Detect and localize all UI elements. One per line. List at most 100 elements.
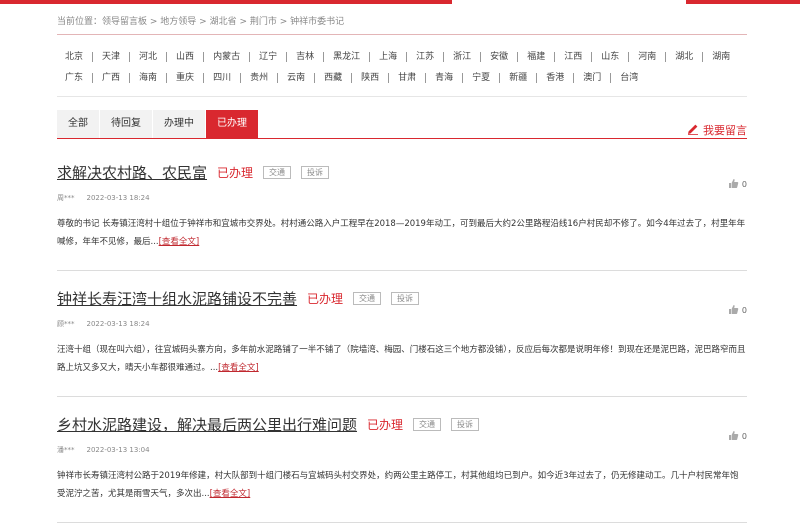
region-link[interactable]: 河北 (129, 51, 166, 62)
message-body: 汪湾十组（现在叫六组），往宜城码头寨方向，多年前水泥路铺了一半不铺了（院墙湾、梅… (57, 345, 746, 373)
message-excerpt: 尊敬的书记 长寿镇汪湾村十组位于钟祥市和宜城市交界处。村村通公路入户工程早在20… (57, 215, 747, 251)
message-divider (57, 270, 747, 271)
like-count: 0 (741, 306, 747, 315)
status-badge: 已办理 (307, 291, 344, 306)
region-link[interactable]: 湖北 (665, 51, 702, 62)
region-link[interactable]: 海南 (129, 72, 166, 83)
region-divider (57, 96, 747, 97)
message-date: 2022-03-13 13:04 (86, 446, 150, 454)
type-tag: 投诉 (301, 165, 330, 179)
region-row: 广东 广西 海南 重庆 四川 贵州 云南 西藏 陕西 甘肃 青海 宁夏 新疆 香港 澳门 台湾 (57, 67, 747, 88)
region-link[interactable]: 辽宁 (249, 51, 286, 62)
tab-all[interactable]: 全部 (57, 110, 100, 138)
leave-message-label: 我要留言 (703, 124, 747, 137)
top-accent-bar (0, 0, 800, 4)
category-tag: 交通 (263, 165, 292, 179)
message-author: 潘*** (57, 446, 75, 454)
region-link[interactable]: 山西 (166, 51, 203, 62)
breadcrumb-link[interactable]: 地方领导 (160, 17, 196, 27)
region-link[interactable]: 西藏 (314, 72, 351, 83)
region-selector: 北京 天津 河北 山西 内蒙古 辽宁 吉林 黑龙江 上海 江苏 浙江 安徽 福建 江西 山东 河南 湖北 湖南 广… (57, 46, 747, 88)
breadcrumb-link[interactable]: 领导留言板 (102, 17, 147, 27)
region-link[interactable]: 广东 (57, 73, 92, 83)
message-divider (57, 522, 747, 523)
message-date: 2022-03-13 18:24 (86, 320, 150, 328)
top-accent-segment (686, 0, 800, 4)
tab-pending-reply[interactable]: 待回复 (100, 110, 153, 138)
message-title[interactable]: 乡村水泥路建设，解决最后两公里出行难问题 (57, 414, 357, 435)
pencil-icon (687, 123, 699, 138)
region-link[interactable]: 四川 (203, 72, 240, 83)
breadcrumb-separator: > (147, 17, 161, 27)
breadcrumb-link[interactable]: 荆门市 (250, 17, 277, 27)
message-meta: 顾*** 2022-03-13 18:24 (57, 319, 747, 329)
view-full-link[interactable]: [查看全文] (159, 237, 200, 247)
region-link[interactable]: 福建 (517, 51, 554, 62)
leave-message-button[interactable]: 我要留言 (687, 122, 747, 138)
thumbs-up-icon (728, 304, 739, 317)
message-title-line: 乡村水泥路建设，解决最后两公里出行难问题 已办理 交通 投诉 (57, 414, 747, 434)
message-author: 周*** (57, 194, 75, 202)
message-title[interactable]: 求解决农村路、农民富 (57, 162, 207, 183)
message-title-line: 钟祥长寿汪湾十组水泥路铺设不完善 已办理 交通 投诉 (57, 288, 747, 308)
thumbs-up-icon (728, 430, 739, 443)
view-full-link[interactable]: [查看全文] (218, 363, 259, 373)
region-link[interactable]: 台湾 (610, 72, 647, 83)
region-link[interactable]: 湖南 (702, 51, 739, 62)
breadcrumb-current[interactable]: 钟祥市委书记 (290, 17, 344, 27)
region-link[interactable]: 内蒙古 (203, 51, 249, 62)
like-count: 0 (741, 432, 747, 441)
message-excerpt: 钟祥市长寿镇汪湾村公路于2019年修建，村大队部到十组门楼石与宜城码头村交界处，… (57, 467, 747, 503)
region-link[interactable]: 上海 (369, 51, 406, 62)
region-link[interactable]: 澳门 (573, 72, 610, 83)
region-link[interactable]: 宁夏 (462, 72, 499, 83)
message-title-line: 求解决农村路、农民富 已办理 交通 投诉 (57, 162, 747, 182)
region-link[interactable]: 黑龙江 (323, 51, 369, 62)
like-button[interactable]: 0 (728, 178, 747, 191)
region-link[interactable]: 贵州 (240, 72, 277, 83)
region-link[interactable]: 江苏 (406, 51, 443, 62)
breadcrumb-divider (57, 34, 747, 35)
region-link[interactable]: 吉林 (286, 51, 323, 62)
like-button[interactable]: 0 (728, 430, 747, 443)
breadcrumb-prefix: 当前位置： (57, 17, 103, 27)
region-link[interactable]: 青海 (425, 72, 462, 83)
tabs-underline (57, 138, 747, 139)
region-link[interactable]: 新疆 (499, 72, 536, 83)
region-link[interactable]: 广西 (92, 72, 129, 83)
tab-completed[interactable]: 已办理 (206, 110, 259, 138)
status-tabs: 全部 待回复 办理中 已办理 (57, 110, 259, 138)
region-link[interactable]: 浙江 (443, 51, 480, 62)
region-link[interactable]: 甘肃 (388, 72, 425, 83)
region-link[interactable]: 天津 (92, 51, 129, 62)
region-link[interactable]: 江西 (554, 51, 591, 62)
region-link[interactable]: 香港 (536, 72, 573, 83)
message-meta: 周*** 2022-03-13 18:24 (57, 193, 747, 203)
region-row: 北京 天津 河北 山西 内蒙古 辽宁 吉林 黑龙江 上海 江苏 浙江 安徽 福建 江西 山东 河南 湖北 湖南 (57, 46, 747, 67)
breadcrumb: 当前位置：领导留言板 > 地方领导 > 湖北省 > 荆门市 > 钟祥市委书记 (57, 14, 344, 27)
category-tag: 交通 (353, 291, 382, 305)
breadcrumb-link[interactable]: 湖北省 (210, 17, 237, 27)
region-link[interactable]: 云南 (277, 72, 314, 83)
message-date: 2022-03-13 18:24 (86, 194, 150, 202)
region-link[interactable]: 重庆 (166, 72, 203, 83)
region-link[interactable]: 山东 (591, 51, 628, 62)
type-tag: 投诉 (451, 417, 480, 431)
region-link[interactable]: 河南 (628, 51, 665, 62)
breadcrumb-separator: > (236, 17, 250, 27)
message-title[interactable]: 钟祥长寿汪湾十组水泥路铺设不完善 (57, 288, 297, 309)
region-link[interactable]: 北京 (57, 52, 92, 62)
type-tag: 投诉 (391, 291, 420, 305)
category-tag: 交通 (413, 417, 442, 431)
region-link[interactable]: 陕西 (351, 72, 388, 83)
message-body: 钟祥市长寿镇汪湾村公路于2019年修建，村大队部到十组门楼石与宜城码头村交界处，… (57, 471, 739, 499)
breadcrumb-separator: > (196, 17, 210, 27)
tab-in-progress[interactable]: 办理中 (153, 110, 206, 138)
view-full-link[interactable]: [查看全文] (210, 489, 251, 499)
like-count: 0 (741, 180, 747, 189)
message-meta: 潘*** 2022-03-13 13:04 (57, 445, 747, 455)
message-item: 钟祥长寿汪湾十组水泥路铺设不完善 已办理 交通 投诉 0 顾*** 2022-03… (57, 288, 747, 377)
region-link[interactable]: 安徽 (480, 51, 517, 62)
message-author: 顾*** (57, 320, 75, 328)
like-button[interactable]: 0 (728, 304, 747, 317)
